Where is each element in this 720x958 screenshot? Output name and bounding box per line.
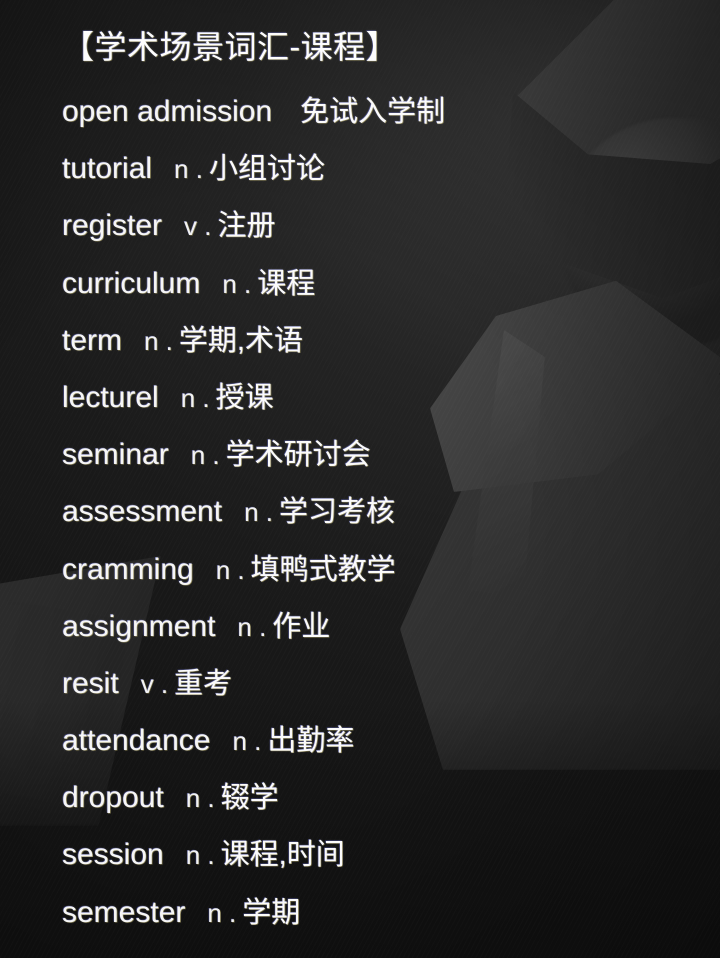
vocabulary-entry: semester n . 学期 (62, 894, 702, 951)
entry-part-of-speech: n . (185, 840, 215, 871)
entry-gloss: 作业 (272, 610, 331, 643)
vocabulary-entry: register v . 注册 (62, 207, 702, 264)
entry-word: session (62, 838, 164, 872)
entry-part-of-speech: n . (185, 783, 215, 814)
entry-gloss: 学期,术语 (178, 324, 303, 357)
entry-word: term (62, 323, 122, 357)
card-content: 【学术场景词汇-课程】 open admission 免试入学制 tutorial n… (0, 0, 720, 958)
entry-gloss: 课程,时间 (220, 839, 345, 872)
entry-gloss: 学习考核 (279, 496, 396, 529)
vocabulary-entry: attendance n . 出勤率 (62, 722, 702, 779)
vocabulary-card: 【学术场景词汇-课程】 open admission 免试入学制 tutorial n… (0, 0, 720, 958)
entry-gloss: 填鸭式教学 (250, 553, 396, 586)
entry-gloss: 小组讨论 (208, 153, 325, 186)
vocabulary-entry: tutorial n . 小组讨论 (62, 150, 702, 207)
entry-part-of-speech: n . (232, 726, 262, 757)
entry-part-of-speech: n . (190, 440, 220, 471)
entry-word: tutorial (62, 152, 153, 186)
entry-gloss: 学期 (242, 896, 301, 929)
entry-word: lecturel (62, 380, 159, 414)
entry-word: dropout (62, 781, 164, 815)
entry-gloss: 重考 (174, 667, 233, 700)
vocabulary-entry: session n . 课程,时间 (62, 836, 702, 893)
vocabulary-entry: resit v . 重考 (62, 665, 702, 722)
entry-part-of-speech: n . (237, 611, 267, 642)
entry-word: register (62, 209, 163, 243)
entry-part-of-speech: n . (222, 268, 252, 299)
entry-part-of-speech: n . (180, 382, 210, 413)
vocabulary-entry: open admission 免试入学制 (62, 93, 702, 150)
entry-word: resit (62, 666, 119, 700)
vocabulary-entry: assignment n . 作业 (62, 608, 702, 665)
vocabulary-entry: seminar n . 学术研讨会 (62, 436, 702, 493)
entry-gloss: 授课 (215, 381, 274, 414)
vocabulary-entry: cramming n . 填鸭式教学 (62, 551, 702, 608)
vocabulary-entry: term n . 学期,术语 (62, 322, 702, 379)
entry-word: attendance (62, 724, 211, 758)
vocabulary-entry: assessment n . 学习考核 (62, 493, 702, 550)
entry-gloss: 免试入学制 (300, 96, 446, 128)
entry-word: open admission (62, 95, 273, 128)
entry-gloss: 课程 (257, 267, 316, 300)
vocabulary-entry: lecturel n . 授课 (62, 379, 702, 436)
entry-word: cramming (62, 552, 194, 586)
entry-word: semester (62, 895, 186, 929)
entry-part-of-speech: v . (140, 668, 169, 699)
entry-gloss: 注册 (217, 210, 276, 243)
entry-part-of-speech: v . (184, 211, 212, 242)
vocabulary-entry: curriculum n . 课程 (62, 265, 702, 322)
vocabulary-entry: dropout n . 辍学 (62, 779, 702, 836)
entry-part-of-speech: n . (207, 897, 237, 928)
vocabulary-list: open admission 免试入学制 tutorial n . 小组讨论 regist… (62, 93, 702, 951)
entry-part-of-speech: n . (174, 154, 203, 185)
entry-part-of-speech: n . (144, 325, 173, 356)
entry-part-of-speech: n . (215, 554, 245, 585)
entry-word: assessment (62, 495, 223, 529)
entry-gloss: 辍学 (220, 782, 279, 815)
entry-part-of-speech: n . (244, 497, 273, 528)
entry-word: seminar (62, 438, 169, 472)
page-title: 【学术场景词汇-课程】 (62, 29, 399, 65)
entry-word: curriculum (62, 266, 201, 300)
entry-word: assignment (62, 609, 216, 643)
entry-gloss: 学术研讨会 (225, 439, 371, 472)
entry-gloss: 出勤率 (267, 725, 355, 758)
